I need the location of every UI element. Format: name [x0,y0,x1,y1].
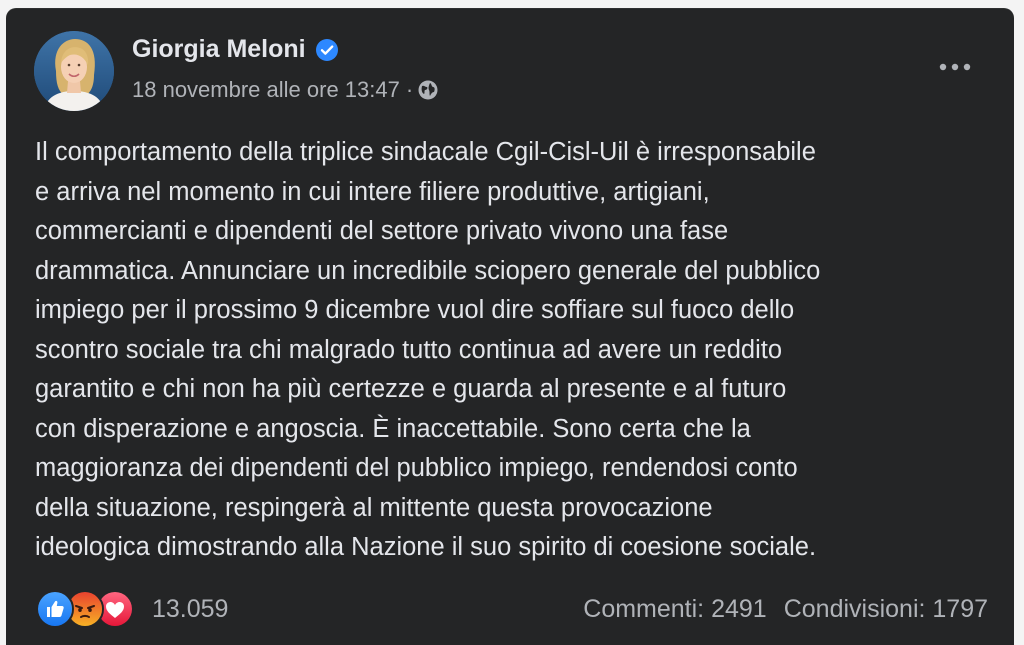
post-meta: 18 novembre alle ore 13:47 · [132,77,439,103]
reactions-summary[interactable]: 13.059 [36,590,228,628]
more-options-button[interactable] [932,51,978,83]
post-footer: 13.059 Commenti: 2491 Condivisioni: 1797 [36,589,988,629]
post-text-line: garantito e chi non ha più certezze e gu… [35,375,787,403]
shares-count-link[interactable]: Condivisioni: 1797 [784,595,988,624]
like-icon [36,590,74,628]
facebook-post-card: Giorgia Meloni 18 novembre alle ore 13:4… [6,8,1014,645]
author-avatar[interactable] [34,31,114,111]
post-text-line: con disperazione e angoscia. È inaccetta… [35,414,751,443]
post-text-line: impiego per il prossimo 9 dicembre vuol … [35,296,795,324]
post-text-line: e arriva nel momento in cui intere filie… [35,177,710,206]
post-text: Il comportamento della triplice sindacal… [35,133,995,568]
verified-badge-icon [315,38,339,62]
post-text-line: commercianti e dipendenti del settore pr… [35,217,729,245]
author-name: Giorgia Meloni [132,35,306,63]
reaction-count: 13.059 [152,594,229,623]
post-timestamp[interactable]: 18 novembre alle ore 13:47 [132,77,400,103]
post-text-line: ideologica dimostrando alla Nazione il s… [35,533,817,561]
meta-separator: · [405,77,414,102]
author-name-link[interactable]: Giorgia Meloni [132,35,339,64]
comments-count-link[interactable]: Commenti: 2491 [583,595,766,624]
avatar-photo [34,31,114,111]
post-text-line: scontro sociale tra chi malgrado tutto c… [35,335,783,364]
post-text-line: della situazione, respingerà al mittente… [35,493,713,522]
post-text-line: drammatica. Annunciare un incredibile sc… [35,256,821,285]
post-text-line: maggioranza dei dipendenti del pubblico … [35,454,798,482]
globe-icon[interactable] [417,79,439,101]
ellipsis-icon [939,63,971,71]
post-text-line: Il comportamento della triplice sindacal… [35,138,816,166]
